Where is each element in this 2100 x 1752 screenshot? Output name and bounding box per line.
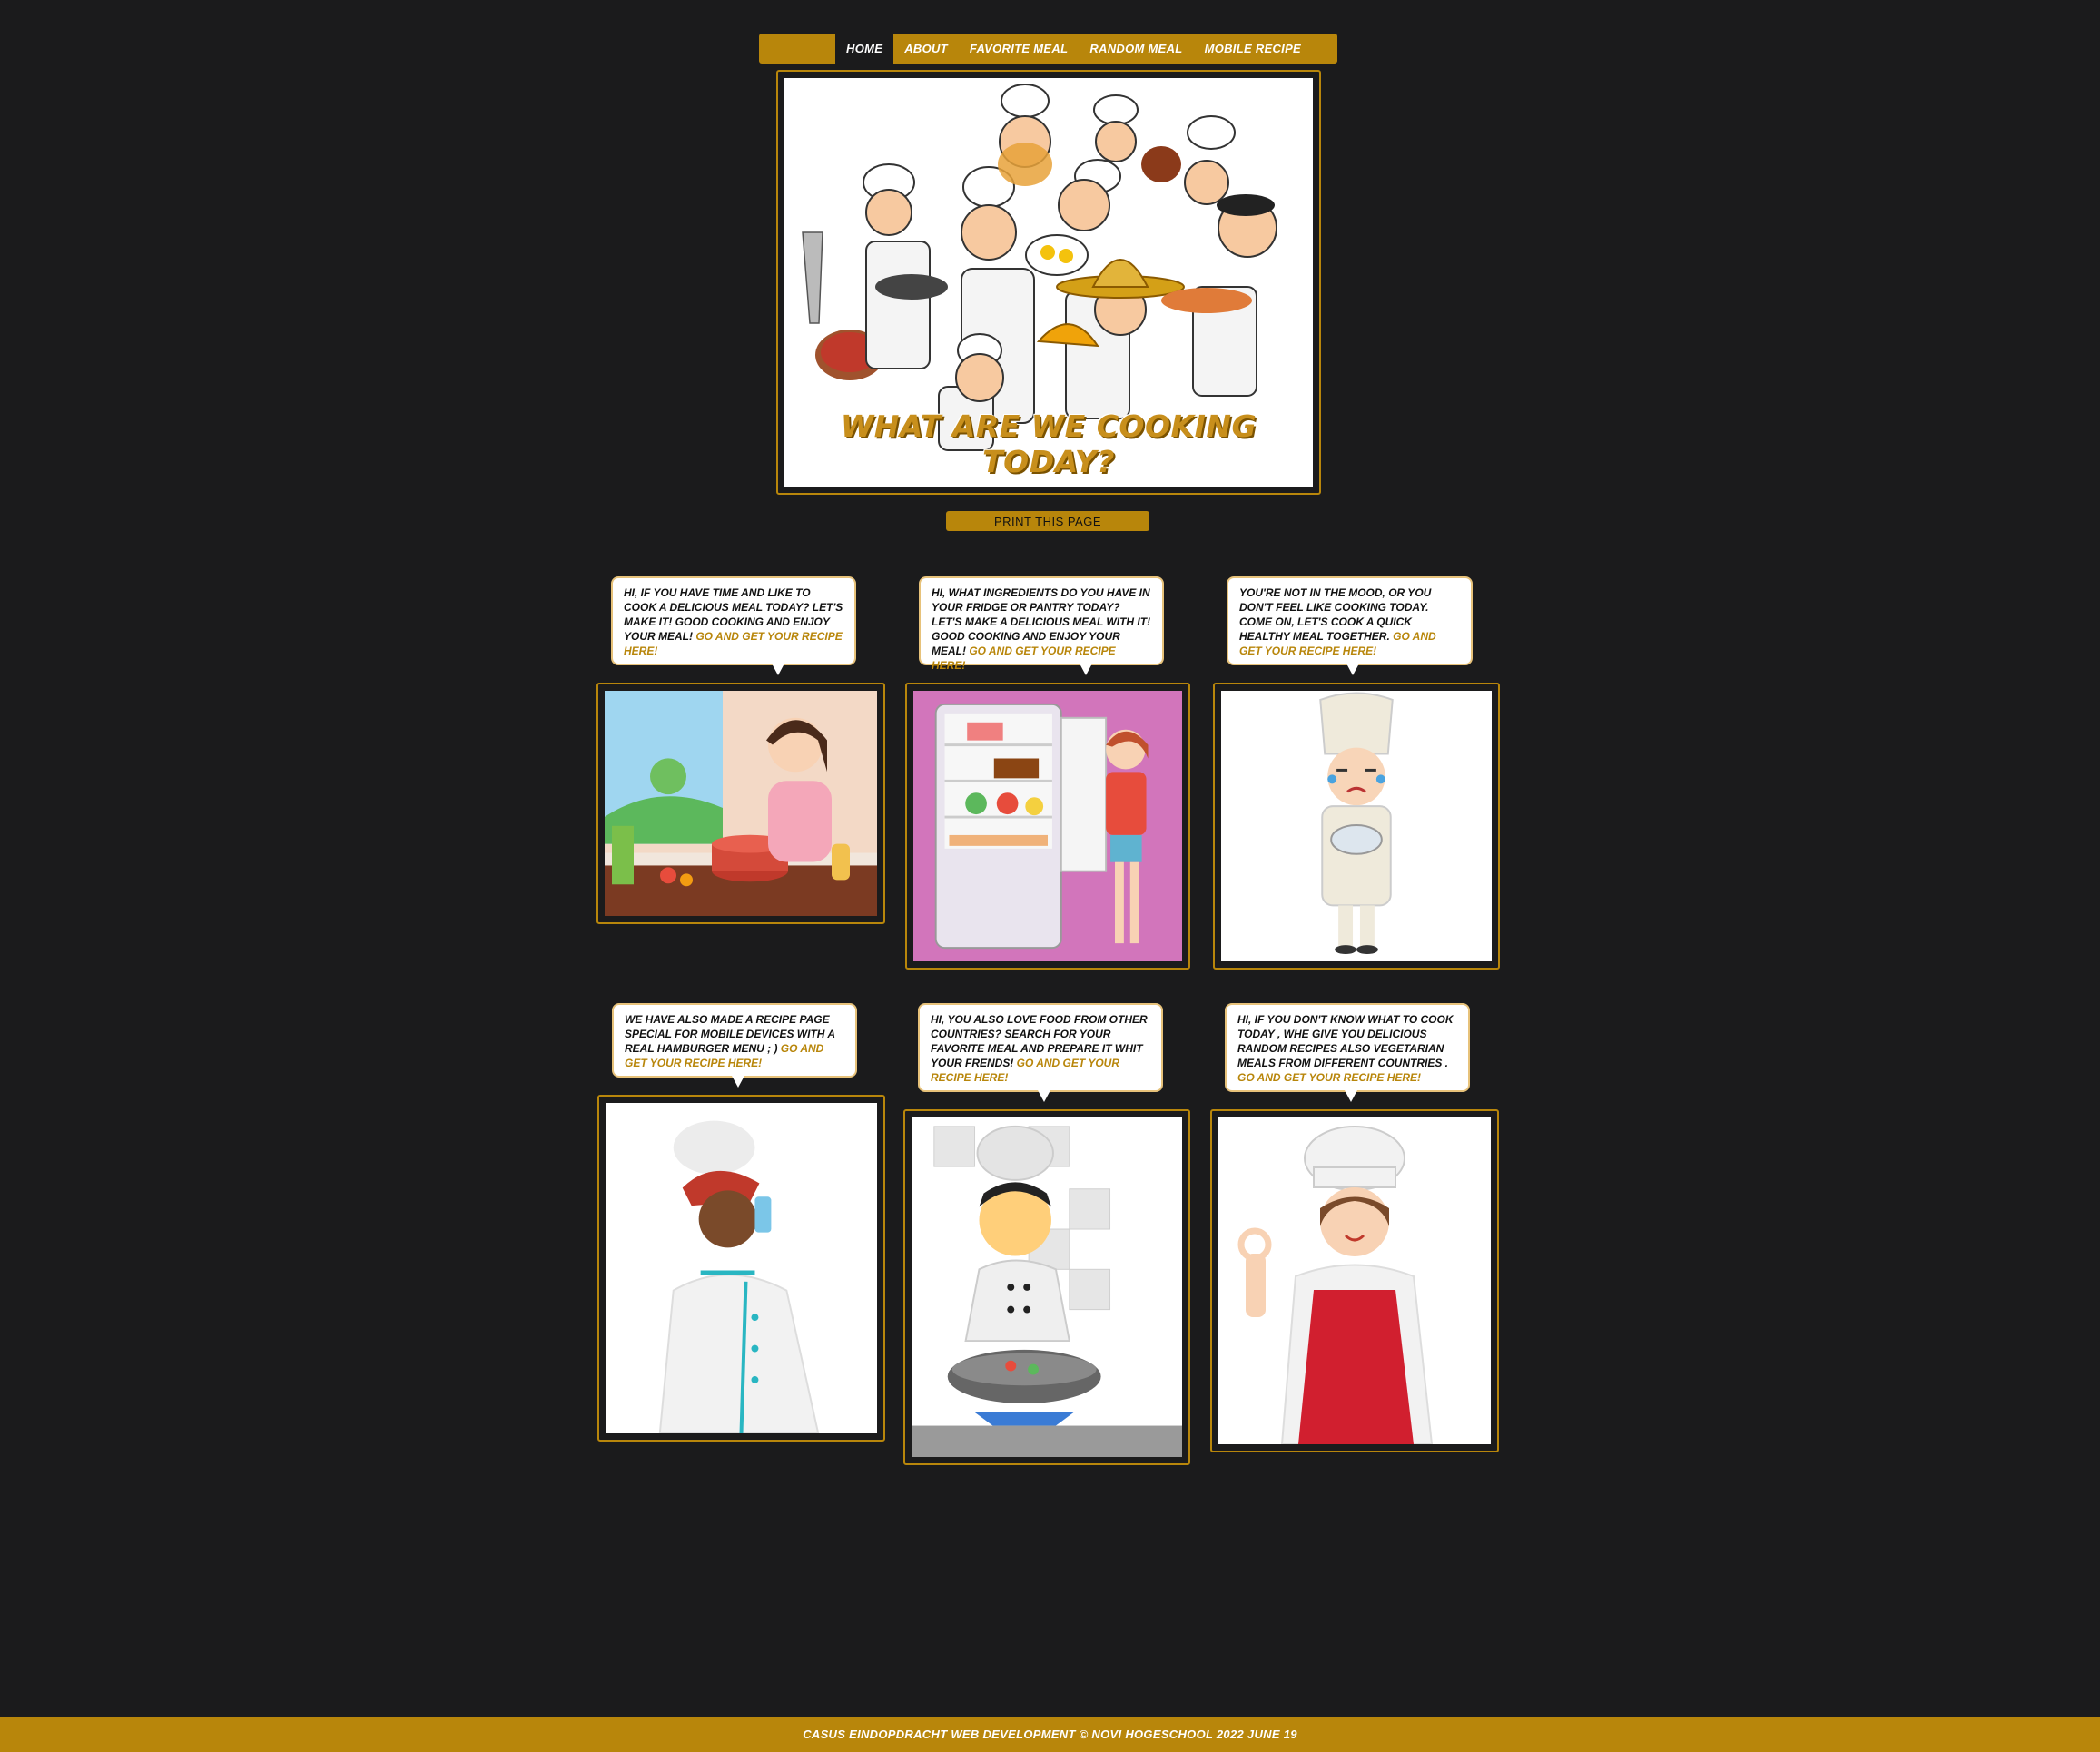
speech-bubble-mobile: WE HAVE ALSO MADE A RECIPE PAGE SPECIAL … xyxy=(612,1003,857,1088)
card-crying-chef[interactable] xyxy=(1213,683,1500,970)
bubble-tail xyxy=(732,1076,744,1088)
bubble-text: HI, IF YOU DON'T KNOW WHAT TO COOK TODAY… xyxy=(1237,1013,1454,1069)
wok-chef-image xyxy=(912,1117,1182,1457)
hero-image: WHAT ARE WE COOKING TODAY? xyxy=(784,78,1313,487)
bubble-tail xyxy=(1345,1090,1357,1102)
speech-bubble-quick-meal: YOU'RE NOT IN THE MOOD, OR YOU DON'T FEE… xyxy=(1227,576,1473,675)
crying-chef-image xyxy=(1221,691,1492,961)
nav-item-home[interactable]: HOME xyxy=(835,34,894,64)
hero-banner: WHAT ARE WE COOKING TODAY? xyxy=(776,70,1321,495)
speech-bubble-other-countries: HI, YOU ALSO LOVE FOOD FROM OTHER COUNTR… xyxy=(918,1003,1163,1102)
footer-text: CASUS EINDOPDRACHT WEB DEVELOPMENT © NOV… xyxy=(803,1727,1297,1741)
phone-chef-image xyxy=(606,1103,877,1433)
hero-title: WHAT ARE WE COOKING TODAY? xyxy=(840,408,1257,479)
print-page-button[interactable]: PRINT THIS PAGE xyxy=(946,511,1149,531)
main-nav: HOME ABOUT FAVORITE MEAL RANDOM MEAL MOB… xyxy=(759,34,1337,64)
ok-chef-image xyxy=(1218,1117,1491,1444)
card-kitchen-woman[interactable] xyxy=(596,683,885,924)
speech-bubble-cook-meal: HI, IF YOU HAVE TIME AND LIKE TO COOK A … xyxy=(611,576,856,675)
card-ok-chef[interactable] xyxy=(1210,1109,1499,1452)
card-wok-chef[interactable] xyxy=(903,1109,1190,1465)
bubble-tail xyxy=(1080,664,1092,675)
speech-bubble-fridge: HI, WHAT INGREDIENTS DO YOU HAVE IN YOUR… xyxy=(919,576,1164,675)
nav-item-random-meal[interactable]: RANDOM MEAL xyxy=(1079,34,1193,64)
nav-item-about[interactable]: ABOUT xyxy=(893,34,959,64)
bubble-tail xyxy=(1346,664,1359,675)
nav-item-favorite-meal[interactable]: FAVORITE MEAL xyxy=(959,34,1079,64)
recipe-link[interactable]: GO AND GET YOUR RECIPE HERE! xyxy=(1237,1071,1421,1084)
kitchen-woman-image xyxy=(605,691,877,916)
bubble-tail xyxy=(772,664,784,675)
speech-bubble-random: HI, IF YOU DON'T KNOW WHAT TO COOK TODAY… xyxy=(1225,1003,1470,1102)
fridge-woman-image xyxy=(913,691,1182,961)
card-fridge-woman[interactable] xyxy=(905,683,1190,970)
nav-item-mobile-recipe[interactable]: MOBILE RECIPE xyxy=(1194,34,1312,64)
card-phone-chef[interactable] xyxy=(597,1095,885,1442)
footer: CASUS EINDOPDRACHT WEB DEVELOPMENT © NOV… xyxy=(0,1717,2100,1752)
bubble-tail xyxy=(1038,1090,1050,1102)
